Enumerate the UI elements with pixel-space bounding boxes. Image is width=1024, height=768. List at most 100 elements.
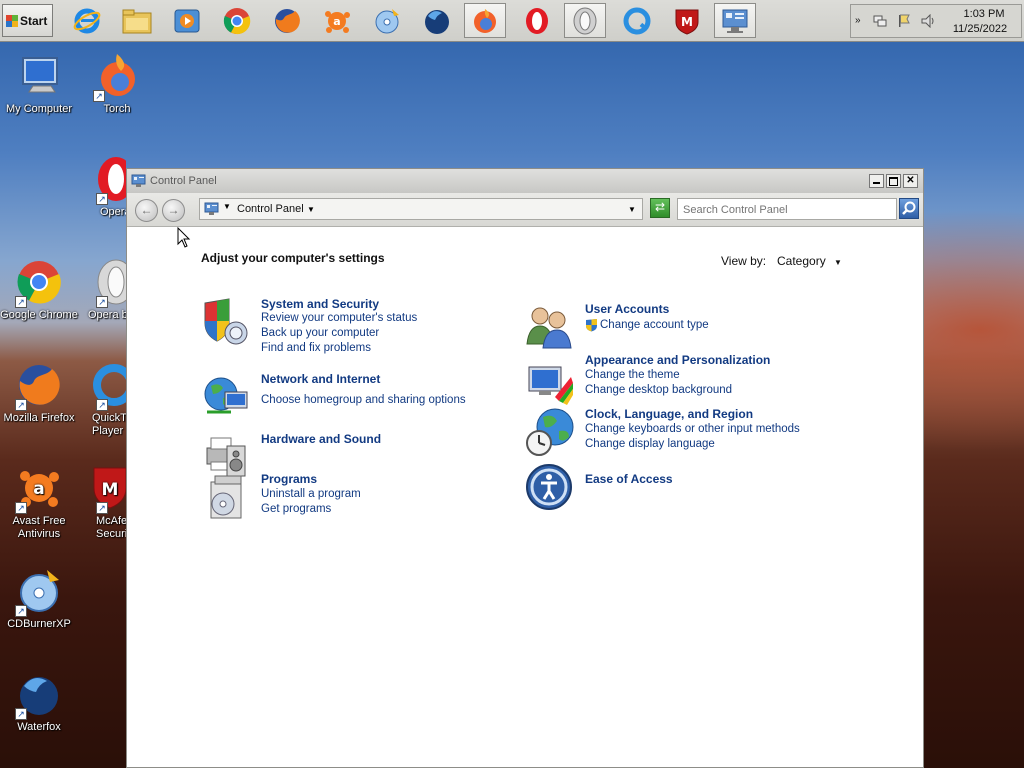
search-button[interactable] [899,198,919,219]
svg-text:a: a [333,15,340,28]
network-globe-icon [204,377,248,414]
address-field[interactable]: ▼ Control Panel ▼ ▼ [199,198,643,220]
opera-beta-icon [573,7,597,34]
address-history-dropdown-icon[interactable]: ▼ [628,205,636,214]
category-title-system-security[interactable]: System and Security [261,297,379,311]
category-title-appearance[interactable]: Appearance and Personalization [585,353,770,367]
svg-text:a: a [33,479,44,499]
category-title-programs[interactable]: Programs [261,472,317,486]
security-shield-icon [204,298,248,345]
search-input[interactable] [681,200,899,220]
link-change-display-language[interactable]: Change display language [585,438,715,450]
taskbar-opera-beta[interactable] [564,3,606,38]
desktop-icon-quicktime[interactable]: ↗ QuickTime Player [78,361,126,438]
dropdown-arrow-icon: ▼ [834,258,842,267]
desktop-icon-cdburnerxp[interactable]: ↗ CDBurnerXP [0,567,78,631]
back-button[interactable]: ← [135,199,158,222]
view-by-dropdown[interactable]: Category ▼ [777,254,842,268]
link-change-theme[interactable]: Change the theme [585,369,680,381]
maximize-button[interactable] [886,174,901,188]
clock-date[interactable]: 11/25/2022 [944,23,1016,35]
desktop-icon-label: Opera beta [88,309,126,321]
desktop-icon-waterfox[interactable]: ↗ Waterfox [0,670,78,734]
breadcrumb-control-panel[interactable]: Control Panel [237,203,304,215]
breadcrumb-chevron-icon[interactable]: ▼ [223,202,231,211]
taskbar-opera[interactable] [516,3,558,38]
control-panel-content: Adjust your computer's settings View by:… [127,227,923,767]
taskbar-avast[interactable]: a [316,3,358,38]
taskbar-quicktime[interactable] [616,3,658,38]
taskbar-waterfox[interactable] [416,3,458,38]
taskbar: Start a M » 1:03 PM 11/25/2022 [0,0,1024,42]
category-appearance: Appearance and Personalization Change th… [525,353,825,405]
link-find-fix[interactable]: Find and fix problems [261,342,371,354]
desktop-icon-label: Waterfox [17,721,61,733]
shortcut-arrow-icon: ↗ [96,193,108,205]
view-by-value: Category [777,254,826,268]
desktop-icon-google-chrome[interactable]: ↗ Google Chrome [0,258,78,322]
desktop-icon-label: McAfee Security [96,515,126,540]
taskbar-internet-explorer[interactable] [66,3,108,38]
minimize-icon [873,182,880,184]
network-icon[interactable] [873,14,887,28]
link-back-up[interactable]: Back up your computer [261,327,379,339]
refresh-button[interactable]: ⇄ [650,198,670,218]
clock-globe-icon [526,408,574,456]
control-panel-icon [204,202,219,215]
category-programs: Programs Uninstall a program Get program… [201,472,501,532]
address-bar: ← → ▼ Control Panel ▼ ▼ ⇄ [127,193,923,227]
link-review-status[interactable]: Review your computer's status [261,312,417,324]
desktop-icon-torch[interactable]: ↗ Torch [78,52,156,116]
forward-button[interactable]: → [162,199,185,222]
desktop-icon-label: QuickTime Player [92,412,126,437]
taskbar-media-player[interactable] [166,3,208,38]
taskbar-control-panel[interactable] [714,3,756,38]
folder-icon [122,9,152,33]
taskbar-chrome[interactable] [216,3,258,38]
svg-text:M: M [102,480,119,500]
category-title-network-internet[interactable]: Network and Internet [261,372,380,386]
refresh-icon: ⇄ [654,200,666,214]
my-computer-icon [22,57,58,93]
volume-icon[interactable] [921,14,937,28]
link-change-account-type[interactable]: Change account type [600,319,709,331]
link-uninstall-program[interactable]: Uninstall a program [261,488,361,500]
shortcut-arrow-icon: ↗ [96,296,108,308]
window-title: Control Panel [150,175,217,187]
desktop-icon-mcafee[interactable]: M ↗ McAfee Security [78,464,126,541]
link-homegroup[interactable]: Choose homegroup and sharing options [261,394,466,406]
link-get-programs[interactable]: Get programs [261,503,331,515]
title-bar[interactable]: Control Panel ✕ [127,169,923,193]
desktop-icon-opera[interactable]: ↗ Opera [78,155,126,219]
desktop-icon-my-computer[interactable]: My Computer [0,52,78,116]
search-box[interactable] [677,198,899,220]
chevron-icon[interactable]: » [855,15,861,26]
control-panel-icon [722,9,748,33]
shortcut-arrow-icon: ↗ [96,502,108,514]
desktop-icon-avast[interactable]: a ↗ Avast Free Antivirus [0,464,78,541]
breadcrumb-dropdown-icon[interactable]: ▼ [307,205,315,214]
taskbar-explorer[interactable] [116,3,158,38]
taskbar-cdburnerxp[interactable] [366,3,408,38]
desktop-icon-firefox[interactable]: ↗ Mozilla Firefox [0,361,78,425]
avast-icon: a [325,10,350,33]
link-change-background[interactable]: Change desktop background [585,384,732,396]
category-title-ease-of-access[interactable]: Ease of Access [585,472,673,486]
close-button[interactable]: ✕ [903,174,918,188]
category-title-user-accounts[interactable]: User Accounts [585,302,669,316]
category-title-hardware-sound[interactable]: Hardware and Sound [261,432,381,446]
taskbar-torch[interactable] [464,3,506,38]
taskbar-mcafee[interactable]: M [666,3,708,38]
link-change-keyboards[interactable]: Change keyboards or other input methods [585,423,800,435]
category-title-clock[interactable]: Clock, Language, and Region [585,407,753,421]
category-ease-of-access: Ease of Access [525,463,825,513]
minimize-button[interactable] [869,174,884,188]
action-center-flag-icon[interactable] [897,14,911,28]
firefox-icon [275,8,300,33]
mouse-cursor-icon [177,227,191,248]
taskbar-firefox[interactable] [266,3,308,38]
clock-time[interactable]: 1:03 PM [954,8,1014,20]
desktop-icon-opera-beta[interactable]: ↗ Opera beta [78,258,126,322]
desktop-icon-label: CDBurnerXP [7,618,71,630]
start-button[interactable]: Start [2,4,53,37]
